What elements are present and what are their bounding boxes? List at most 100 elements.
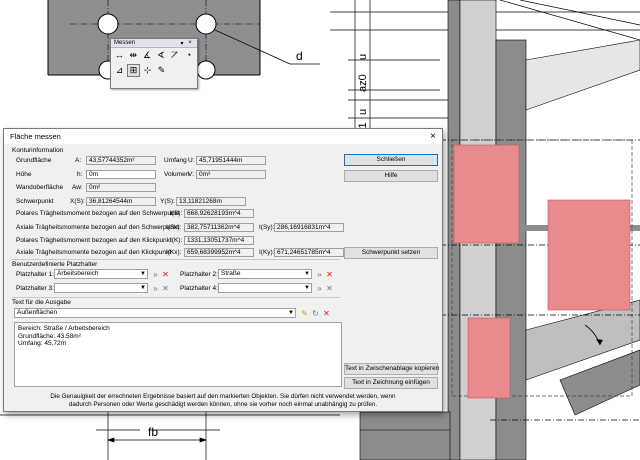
measure-polyline-icon[interactable]: ⇹ bbox=[127, 49, 140, 62]
iky-value: 671,24651785m^4 bbox=[274, 248, 344, 257]
measure-point-icon[interactable]: ⊹ bbox=[141, 64, 154, 77]
v-value: 0m³ bbox=[196, 170, 266, 179]
measure-arc-angle-icon[interactable]: ⦢ bbox=[168, 49, 181, 62]
disclaimer-text: Die Genauigkeit der errechneten Ergebnis… bbox=[10, 393, 436, 409]
highlight-area-1 bbox=[453, 144, 520, 244]
ausgabe-line: Grundfläche: 43.58m² bbox=[18, 332, 81, 340]
schwerpunkt-setzen-button[interactable]: Schwerpunkt setzen bbox=[344, 247, 438, 259]
ausgabe-template-value: Außenflächen bbox=[17, 309, 58, 316]
ikx-value: 659,68399952m^4 bbox=[184, 248, 254, 257]
measure-radius-icon[interactable]: ◔ bbox=[182, 49, 195, 62]
zeichnung-einfuegen-button[interactable]: Text in Zeichnung einfügen bbox=[344, 377, 438, 389]
isy-value: 286,16916831m^4 bbox=[274, 223, 344, 232]
a-label: A: bbox=[75, 157, 82, 164]
xs-value: 36,81264544m bbox=[86, 197, 156, 206]
ausgabe-line: Bereich: Straße / Arbeitsbereich bbox=[18, 325, 110, 332]
edit-pencil-icon[interactable]: ✎ bbox=[300, 309, 309, 318]
label-u-lower: u bbox=[357, 109, 369, 115]
measure-distance-icon[interactable]: ↔ bbox=[113, 49, 126, 62]
v-label: V: bbox=[188, 171, 194, 178]
platzhalter1-select[interactable]: Arbeitsbereich ▼ bbox=[54, 269, 148, 279]
label-u: u bbox=[357, 54, 369, 60]
dialog-close-icon[interactable]: × bbox=[424, 131, 442, 142]
ik-label: I(K): bbox=[170, 237, 183, 244]
dialog-title-bar[interactable]: Fläche messen × bbox=[4, 129, 442, 144]
xs-label: X(S): bbox=[70, 198, 85, 205]
ys-value: 13,11821268m bbox=[176, 197, 246, 206]
platzhalter-group-header: Benutzerdefinierte Platzhalter bbox=[12, 261, 98, 268]
hilfe-button[interactable]: Hilfe bbox=[344, 170, 438, 182]
u-value: 45,71951444m bbox=[196, 156, 266, 165]
flaeche-messen-dialog[interactable]: Fläche messen × Konturinformation Grundf… bbox=[3, 128, 443, 412]
delete-icon[interactable]: ✕ bbox=[322, 309, 331, 318]
measure-angle-icon[interactable]: ∡ bbox=[141, 49, 154, 62]
toolbar-close-icon[interactable]: × bbox=[186, 40, 194, 46]
chevron-down-icon: ▼ bbox=[140, 271, 146, 277]
toolbar-title: Messen bbox=[114, 40, 136, 46]
placeholder-insert-icon[interactable]: » bbox=[151, 284, 160, 293]
measure-area-icon[interactable]: ⊿ bbox=[113, 64, 126, 77]
label-fb: fb bbox=[148, 425, 158, 439]
ys-label: Y(S): bbox=[160, 198, 175, 205]
placeholder-insert-icon[interactable]: » bbox=[315, 270, 324, 279]
disclaimer-line: dadurch Personen oder Werte geschädigt w… bbox=[68, 401, 378, 408]
disclaimer-line: Die Genauigkeit der errechneten Ergebnis… bbox=[50, 393, 396, 400]
platzhalter2-select[interactable]: Straße ▼ bbox=[218, 269, 312, 279]
platzhalter3-select[interactable]: ▼ bbox=[54, 283, 148, 293]
ausgabe-template-select[interactable]: Außenflächen ▼ bbox=[14, 308, 296, 318]
platzhalter2-value: Straße bbox=[221, 270, 241, 277]
placeholder-insert-icon[interactable]: » bbox=[151, 270, 160, 279]
zwischenablage-kopieren-button[interactable]: Text in Zwischenablage kopieren bbox=[344, 363, 439, 375]
refresh-icon[interactable]: ↻ bbox=[311, 309, 320, 318]
aw-label: Aw: bbox=[72, 184, 83, 191]
measure-pipette-icon[interactable]: ✎ bbox=[155, 64, 168, 77]
kontur-group-header: Konturinformation bbox=[12, 147, 64, 154]
hoehe-label: Höhe bbox=[16, 171, 32, 178]
aw-value: 0m² bbox=[86, 183, 156, 192]
a-value: 43,57744352m² bbox=[86, 156, 156, 165]
delete-disabled-icon: ✕ bbox=[162, 284, 169, 293]
is-value: 668,92628193m^4 bbox=[184, 209, 254, 218]
h-input[interactable]: 0m bbox=[86, 170, 156, 179]
chevron-down-icon: ▼ bbox=[288, 310, 294, 316]
highlight-area-3 bbox=[467, 317, 511, 399]
ausgabe-textarea[interactable]: Bereich: Straße / Arbeitsbereich Grundfl… bbox=[14, 322, 342, 387]
chevron-down-icon: ▼ bbox=[140, 285, 146, 291]
polar-klickpunkt-label: Polares Trägheitsmoment bezogen auf den … bbox=[16, 237, 172, 244]
schliessen-button[interactable]: Schließen bbox=[344, 154, 438, 166]
schwerpunkt-label: Schwerpunkt bbox=[16, 198, 54, 205]
ausgabe-group-header: Text für die Ausgabe bbox=[12, 299, 71, 306]
chevron-down-icon: ▼ bbox=[304, 285, 310, 291]
umfang-label: Umfang bbox=[164, 157, 187, 164]
placeholder-insert-icon[interactable]: » bbox=[315, 284, 324, 293]
measure-angle-three-point-icon[interactable]: ∢ bbox=[154, 49, 167, 62]
isy-label: I(Sy): bbox=[259, 224, 275, 231]
delete-icon[interactable]: ✕ bbox=[325, 270, 334, 279]
platzhalter2-label: Platzhalter 2: bbox=[180, 271, 218, 278]
label-d: d bbox=[296, 49, 303, 63]
chevron-down-icon: ▼ bbox=[304, 271, 310, 277]
platzhalter1-value: Arbeitsbereich bbox=[57, 270, 99, 277]
volumen-label: Volumen bbox=[164, 171, 190, 178]
toolbar-title-bar[interactable]: Messen ▾ × bbox=[111, 39, 197, 48]
delete-disabled-icon: ✕ bbox=[326, 284, 333, 293]
axial-schwerpunkt-label: Axiale Trägheitsmomente bezogen auf den … bbox=[16, 224, 179, 231]
measure-area-objects-icon[interactable]: ⊞ bbox=[127, 64, 140, 77]
label-az0: az0 bbox=[357, 74, 369, 92]
h-label: h: bbox=[77, 171, 83, 178]
ausgabe-line: Umfang: 45,72m bbox=[18, 340, 67, 347]
messen-toolbar[interactable]: Messen ▾ × ↔ ⇹ ∡ ∢ ⦢ ◔ ⊿ ⊞ ⊹ ✎ bbox=[110, 38, 198, 89]
wandoberflaeche-label: Wandoberfläche bbox=[16, 184, 64, 191]
platzhalter4-select[interactable]: ▼ bbox=[218, 283, 312, 293]
iky-label: I(Ky): bbox=[259, 249, 275, 256]
axial-klickpunkt-label: Axiale Trägheitsmomente bezogen auf den … bbox=[16, 249, 172, 256]
platzhalter3-label: Platzhalter 3: bbox=[16, 285, 54, 292]
isx-value: 382,75711362m^4 bbox=[184, 223, 254, 232]
ik-value: 1331,13051737m^4 bbox=[184, 236, 254, 245]
grundflaeche-label: Grundfläche bbox=[16, 157, 52, 164]
highlight-area-2 bbox=[547, 199, 631, 311]
is-label: I(S): bbox=[170, 210, 183, 217]
platzhalter4-label: Platzhalter 4: bbox=[180, 285, 218, 292]
delete-icon[interactable]: ✕ bbox=[161, 270, 170, 279]
toolbar-pin-icon[interactable]: ▾ bbox=[178, 40, 186, 47]
